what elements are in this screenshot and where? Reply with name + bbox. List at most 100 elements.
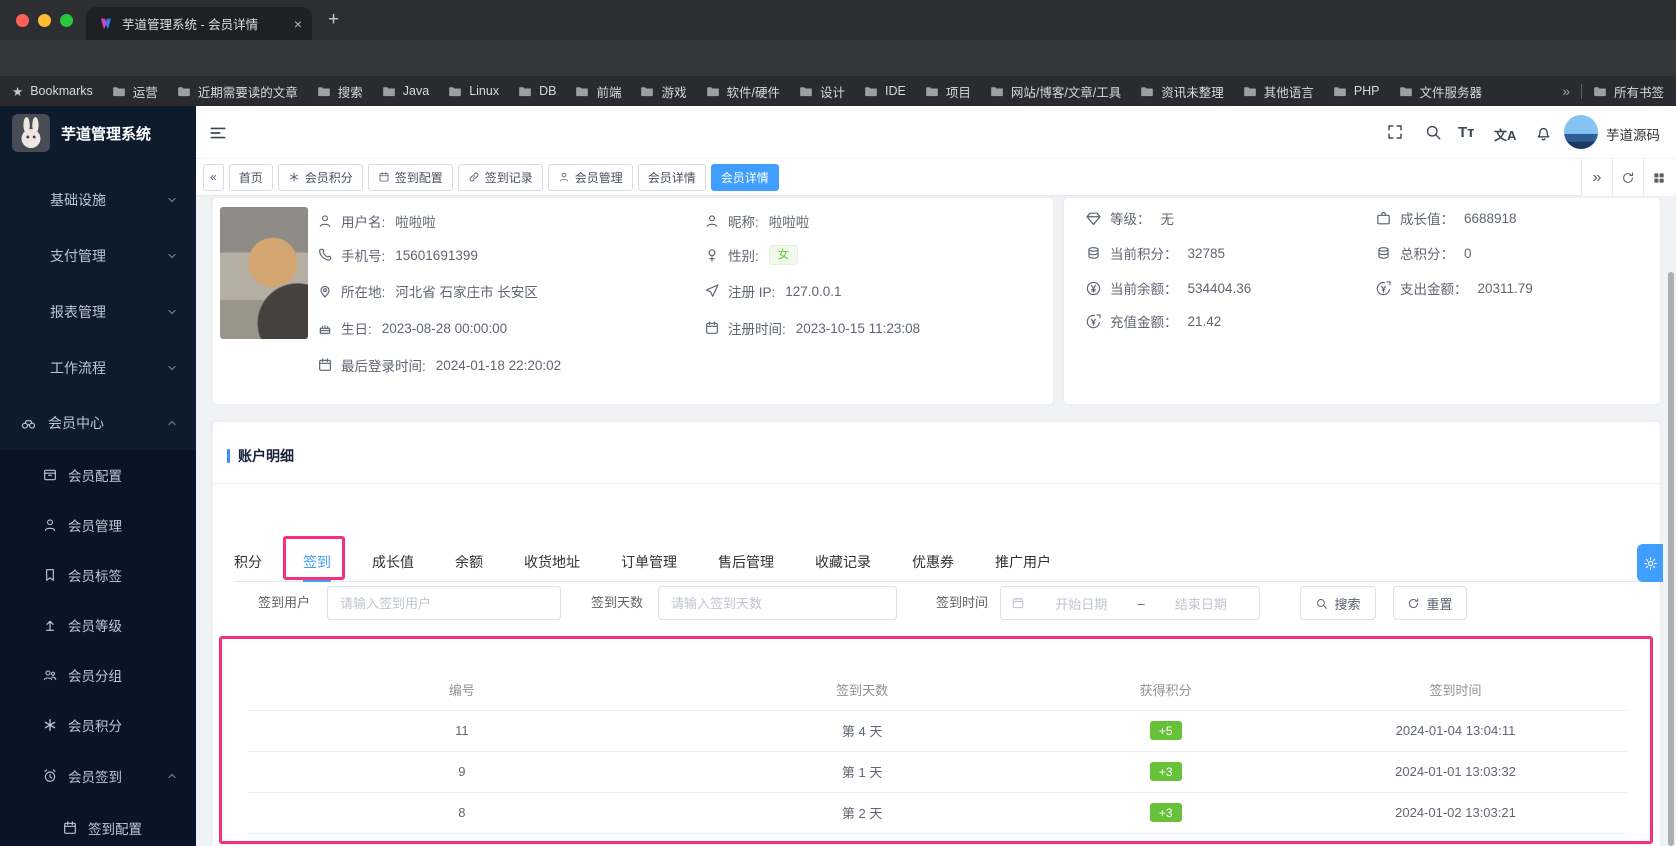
bell-icon[interactable] (1534, 123, 1553, 142)
bookmark-folder[interactable]: IDE (864, 84, 906, 98)
paper-plane-icon (704, 283, 720, 299)
tags-refresh-button[interactable] (1612, 159, 1643, 196)
asterisk-icon (288, 171, 300, 183)
field-register-ip: 注册 IP: 127.0.0.1 (704, 281, 842, 301)
bookmark-folder[interactable]: 前端 (575, 82, 621, 101)
maximize-window-button[interactable] (60, 14, 73, 27)
tab-signin[interactable]: 签到 (303, 542, 331, 582)
bookmark-folder[interactable]: 游戏 (640, 82, 687, 101)
signin-days-label: 签到天数 (591, 595, 644, 610)
field-birthday: 生日: 2023-08-28 00:00:00 (317, 318, 507, 338)
sidebar-item-member-tag[interactable]: 会员标签 (0, 550, 196, 600)
table-row[interactable]: 11 第 4 天 +5 2024-01-04 13:04:11 (248, 710, 1628, 752)
bookmark-folder[interactable]: Java (382, 84, 429, 98)
bookmark-folder[interactable]: Linux (448, 84, 499, 98)
bookmark-folder[interactable]: 搜索 (317, 82, 363, 101)
sidebar-item-member-level[interactable]: 会员等级 (0, 600, 196, 650)
divider (213, 483, 1660, 484)
field-phone: 手机号: 15601691399 (317, 245, 478, 265)
tag-signin-records[interactable]: 签到记录 (457, 163, 543, 191)
sidebar-item-member-config[interactable]: 会员配置 (0, 450, 196, 500)
folder-icon (706, 84, 720, 98)
bookmark-folder[interactable]: 其他语言 (1243, 82, 1314, 101)
bookmark-folder[interactable]: DB (518, 84, 556, 98)
folder-icon (1140, 84, 1154, 98)
page-scrollbar[interactable] (1668, 272, 1674, 846)
member-stats-card: 等级：无 当前积分： 32785 当前余额： 534404.36 充值金额： 21.4… (1064, 198, 1660, 404)
sidebar-item-signin-config[interactable]: 签到配置 (0, 802, 196, 846)
sidebar-item-workflow[interactable]: 工作流程 (0, 340, 196, 396)
sidebar-item-member-signin[interactable]: 会员签到 (0, 750, 196, 802)
browser-tab[interactable]: 芋道管理系统 - 会员详情 × (86, 7, 312, 40)
tab-balance[interactable]: 余额 (455, 542, 483, 581)
tag-member-detail[interactable]: 会员详情 (637, 163, 706, 191)
col-points: 获得积分 (1048, 670, 1283, 711)
field-nickname: 昵称: 啦啦啦 (704, 211, 809, 231)
collapse-menu-icon[interactable] (208, 123, 228, 143)
tags-menu-button[interactable] (1643, 159, 1674, 196)
bookmark-folder[interactable]: 网站/博客/文章/工具 (990, 82, 1121, 101)
tag-home[interactable]: 首页 (228, 163, 273, 191)
bookmarks-manager[interactable]: ★ Bookmarks (12, 84, 93, 99)
font-size-icon[interactable]: Tт (1458, 124, 1475, 141)
tab-close-icon[interactable]: × (294, 16, 302, 32)
tab-favorites[interactable]: 收藏记录 (815, 542, 871, 581)
tags-scroll-right-button[interactable]: » (1581, 159, 1612, 196)
sidebar-item-member-center[interactable]: 会员中心 (0, 396, 196, 450)
gender-icon (704, 247, 720, 263)
fullscreen-icon[interactable] (1386, 123, 1404, 141)
translate-icon[interactable]: 文A (1494, 125, 1516, 144)
search-icon[interactable] (1424, 123, 1442, 141)
signin-days-input[interactable] (658, 586, 897, 620)
bookmarks-overflow-icon[interactable]: » (1562, 83, 1570, 99)
bookmark-folder[interactable]: 项目 (925, 82, 971, 101)
tag-signin-config[interactable]: 签到配置 (367, 163, 453, 191)
tags-scroll-left-button[interactable]: « (203, 163, 224, 191)
user-name[interactable]: 芋道源码 (1606, 124, 1660, 144)
sidebar-item-report[interactable]: 报表管理 (0, 284, 196, 340)
theme-settings-button[interactable] (1637, 544, 1663, 582)
sidebar-item-member-manage[interactable]: 会员管理 (0, 500, 196, 550)
tab-points[interactable]: 积分 (234, 542, 262, 581)
user-avatar[interactable] (1564, 115, 1598, 149)
all-bookmarks-folder[interactable]: 所有书签 (1593, 82, 1664, 101)
folder-icon (112, 84, 126, 98)
tab-growth[interactable]: 成长值 (372, 542, 414, 581)
bookmark-folder[interactable]: 近期需要读的文章 (177, 82, 298, 101)
reset-button[interactable]: 重置 (1393, 586, 1467, 620)
close-window-button[interactable] (16, 14, 29, 27)
app-logo[interactable]: 芋道管理系统 (0, 106, 196, 160)
bookmark-folder[interactable]: 运营 (112, 82, 158, 101)
bookmark-folder[interactable]: 文件服务器 (1399, 82, 1482, 101)
bookmark-folder[interactable]: 软件/硬件 (706, 82, 780, 101)
sidebar-item-member-group[interactable]: 会员分组 (0, 650, 196, 700)
bookmarks-bar: ★ Bookmarks 运营 近期需要读的文章 搜索 Java Linux DB … (0, 76, 1676, 106)
tag-member-points[interactable]: 会员积分 (277, 163, 363, 191)
tag-member-detail-active[interactable]: 会员详情 (710, 163, 779, 191)
section-title: 账户明细 (227, 446, 294, 466)
search-button[interactable]: 搜索 (1300, 586, 1376, 620)
table-row[interactable]: 9 第 1 天 +3 2024-01-01 13:03:32 (248, 751, 1628, 793)
field-username: 用户名: 啦啦啦 (317, 211, 436, 231)
stat-level: 等级：无 (1085, 208, 1174, 228)
sidebar-item-payment[interactable]: 支付管理 (0, 228, 196, 284)
signin-user-input[interactable] (327, 586, 561, 620)
folder-icon (640, 84, 654, 98)
stat-expense-amount: 支出金额： 20311.79 (1375, 278, 1533, 298)
bookmark-folder[interactable]: 设计 (799, 82, 845, 101)
asterisk-icon (42, 717, 58, 733)
signin-date-range-picker[interactable]: 开始日期 – 结束日期 (1000, 586, 1260, 620)
table-row[interactable]: 8 第 2 天 +3 2024-01-02 13:03:21 (248, 792, 1628, 834)
tab-orders[interactable]: 订单管理 (621, 542, 677, 581)
sidebar-item-infrastructure[interactable]: 基础设施 (0, 172, 196, 228)
tab-coupons[interactable]: 优惠券 (912, 542, 954, 581)
tab-address[interactable]: 收货地址 (524, 542, 580, 581)
minimize-window-button[interactable] (38, 14, 51, 27)
tab-aftersale[interactable]: 售后管理 (718, 542, 774, 581)
bookmark-folder[interactable]: PHP (1333, 84, 1380, 98)
tab-promotion[interactable]: 推广用户 (995, 542, 1051, 581)
sidebar-item-member-points[interactable]: 会员积分 (0, 700, 196, 750)
new-tab-button[interactable]: + (328, 10, 339, 30)
tag-member-manage[interactable]: 会员管理 (547, 163, 633, 191)
bookmark-folder[interactable]: 资讯未整理 (1140, 82, 1224, 101)
